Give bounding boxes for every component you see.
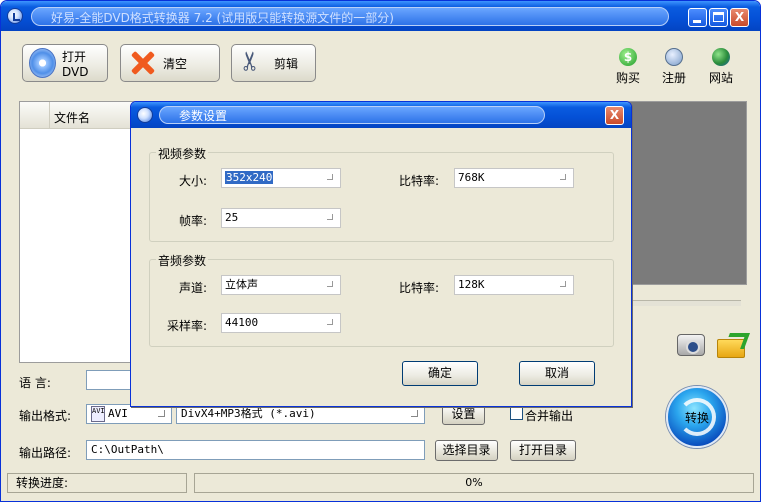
chevron-down-icon: [327, 319, 333, 325]
website-link[interactable]: 网站: [704, 48, 738, 86]
window-title: 好易-全能DVD格式转换器 7.2 (试用版只能转换源文件的一部分): [51, 11, 394, 25]
ok-button[interactable]: 确定: [402, 361, 478, 386]
output-format-label: 输出格式:: [19, 409, 72, 423]
open-dir-button[interactable]: 打开目录: [510, 440, 576, 461]
folder-arrow-icon[interactable]: [717, 333, 745, 358]
channel-select[interactable]: 立体声: [221, 275, 341, 295]
samplerate-value: 44100: [225, 316, 259, 329]
size-label: 大小:: [179, 174, 208, 188]
video-bitrate-select[interactable]: 768K: [454, 168, 574, 188]
audio-bitrate-value: 128K: [458, 278, 485, 291]
title-bar[interactable]: 好易-全能DVD格式转换器 7.2 (试用版只能转换源文件的一部分) X: [1, 1, 760, 31]
lock-icon: [665, 48, 683, 66]
red-x-icon: [127, 48, 157, 78]
dialog-title: 参数设置: [179, 109, 228, 123]
language-select[interactable]: [86, 370, 136, 390]
video-params-group: 视频参数: [149, 145, 614, 242]
clear-label: 清空: [163, 56, 188, 71]
output-path-field[interactable]: C:\OutPath\: [86, 440, 425, 460]
clear-button[interactable]: 清空: [120, 44, 220, 82]
progress-value: 0%: [194, 473, 754, 493]
audio-params-group: 音频参数: [149, 252, 614, 347]
format-detail-value: DivX4+MP3格式 (*.avi): [181, 407, 316, 420]
globe-icon: [712, 48, 730, 66]
maximize-button[interactable]: [709, 8, 728, 27]
cancel-button[interactable]: 取消: [519, 361, 595, 386]
audio-bitrate-label: 比特率:: [399, 281, 440, 295]
file-list-header: 文件名: [20, 102, 138, 129]
channel-label: 声道:: [179, 281, 208, 295]
maximize-icon: [713, 12, 724, 22]
chevron-down-icon: [327, 281, 333, 287]
audio-params-title: 音频参数: [156, 252, 209, 269]
format-detail-select[interactable]: DivX4+MP3格式 (*.avi): [176, 404, 425, 424]
chevron-down-icon: [560, 174, 566, 180]
app-icon[interactable]: [7, 8, 23, 24]
video-params-title: 视频参数: [156, 145, 209, 162]
open-dvd-button[interactable]: 打开DVD: [22, 44, 108, 82]
chevron-down-icon: [560, 281, 566, 287]
format-type-select[interactable]: AVI AVI: [86, 404, 172, 424]
merge-output-label[interactable]: 合并输出: [525, 407, 573, 424]
chevron-down-icon: [411, 410, 418, 417]
merge-output-checkbox[interactable]: [510, 407, 523, 420]
filename-column-header[interactable]: 文件名: [54, 109, 90, 126]
register-link[interactable]: 注册: [657, 48, 691, 86]
video-bitrate-label: 比特率:: [399, 174, 440, 188]
register-label: 注册: [661, 71, 686, 85]
chevron-down-icon: [327, 214, 333, 220]
cut-label: 剪辑: [274, 56, 299, 71]
audio-bitrate-select[interactable]: 128K: [454, 275, 574, 295]
dialog-close-button[interactable]: X: [605, 106, 624, 125]
format-type-value: AVI: [108, 407, 128, 420]
status-bar: 转换进度: 0%: [1, 471, 760, 495]
avi-file-icon: AVI: [91, 406, 105, 422]
minimize-icon: [693, 20, 701, 23]
channel-value: 立体声: [225, 278, 258, 291]
video-bitrate-value: 768K: [458, 171, 485, 184]
file-list[interactable]: 文件名: [19, 101, 139, 363]
minimize-button[interactable]: [688, 8, 707, 27]
size-value: 352x240: [225, 171, 274, 184]
buy-link[interactable]: $ 购买: [611, 48, 645, 86]
settings-button[interactable]: 设置: [442, 404, 485, 425]
select-column-header[interactable]: [20, 102, 50, 128]
size-select[interactable]: 352x240: [221, 168, 341, 188]
chevron-down-icon: [158, 410, 165, 417]
samplerate-select[interactable]: 44100: [221, 313, 341, 333]
framerate-label: 帧率:: [179, 214, 208, 228]
open-dvd-label: 打开DVD: [61, 49, 89, 79]
framerate-value: 25: [225, 211, 239, 224]
parameter-settings-dialog: 参数设置 X 视频参数 大小: 352x240 比特率: 768K 帧率: 25…: [130, 101, 632, 407]
dialog-title-bar[interactable]: 参数设置 X: [131, 102, 631, 128]
framerate-select[interactable]: 25: [221, 208, 341, 228]
scissors-icon: [238, 48, 268, 78]
choose-dir-button[interactable]: 选择目录: [435, 440, 498, 461]
chevron-down-icon: [327, 174, 333, 180]
cut-button[interactable]: 剪辑: [231, 44, 316, 82]
camera-icon[interactable]: [677, 334, 705, 356]
dollar-icon: $: [619, 48, 637, 66]
website-label: 网站: [708, 71, 733, 85]
buy-label: 购买: [615, 71, 640, 85]
app-icon[interactable]: [137, 107, 153, 123]
language-label: 语 言:: [19, 376, 51, 390]
output-path-label: 输出路径:: [19, 446, 72, 460]
progress-label: 转换进度:: [7, 473, 187, 493]
close-button[interactable]: X: [730, 8, 749, 27]
convert-label: 转换: [684, 411, 709, 425]
convert-button[interactable]: 转换: [666, 386, 728, 448]
dvd-disc-icon: [29, 48, 56, 78]
samplerate-label: 采样率:: [167, 319, 208, 333]
